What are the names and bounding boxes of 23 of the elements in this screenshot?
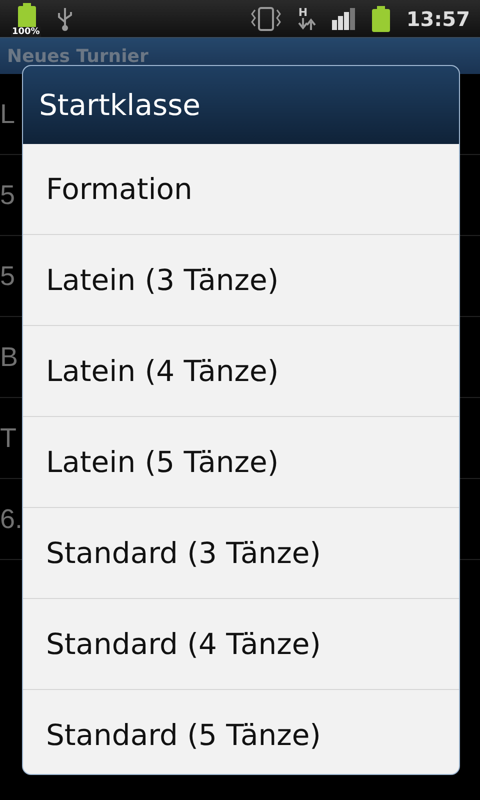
list-text: L [0,98,16,130]
list-item[interactable]: Formation [23,144,459,235]
list-item[interactable]: Latein (4 Tänze) [23,326,459,417]
screen-title: Neues Turnier [7,46,148,66]
list-text: 5 [0,180,16,210]
list-item[interactable]: Standard (3 Tänze) [23,508,459,599]
list-text: T [0,422,16,454]
network-type: H [298,7,308,18]
signal-icon [332,8,356,30]
battery-icon [372,6,390,32]
vibrate-icon [250,6,282,32]
list-item[interactable]: Latein (5 Tänze) [23,417,459,508]
list-text: 6. [0,504,23,534]
list-item[interactable]: Standard (5 Tänze) [23,690,459,774]
dialog-title: Startklasse [39,88,201,122]
clock: 13:57 [406,6,470,30]
list-item[interactable]: Standard (4 Tänze) [23,599,459,690]
battery-percent: 100% [11,26,41,36]
usb-icon [56,6,74,32]
list-text: B [0,342,18,372]
list-text: 5 [0,260,16,292]
data-arrows-icon [298,18,316,30]
list-item[interactable]: Latein (3 Tänze) [23,235,459,326]
